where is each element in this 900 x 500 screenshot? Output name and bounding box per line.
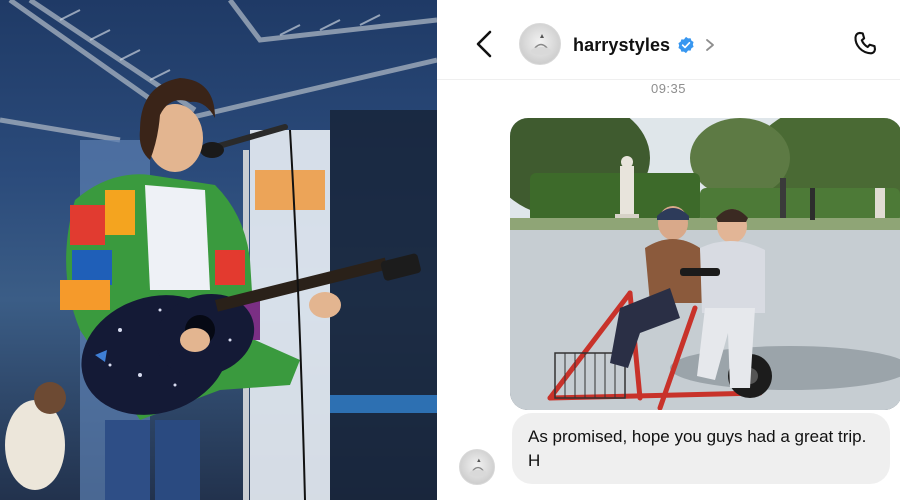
chat-header: harrystyles bbox=[437, 0, 900, 80]
profile-avatar[interactable] bbox=[519, 23, 561, 65]
message-timestamp: 09:35 bbox=[650, 81, 687, 96]
avatar-image bbox=[531, 34, 551, 55]
avatar-image bbox=[469, 458, 487, 477]
verified-badge-icon bbox=[678, 36, 694, 54]
concert-photo bbox=[0, 0, 437, 500]
message-bubble[interactable]: As promised, hope you guys had a great t… bbox=[512, 413, 890, 484]
phone-icon bbox=[854, 31, 877, 55]
chevron-right-icon bbox=[706, 39, 715, 51]
shared-photo[interactable] bbox=[510, 118, 900, 410]
username: harrystyles bbox=[573, 34, 671, 55]
chat-screen: harrystyles 09:35 As promised, hope you … bbox=[437, 0, 900, 500]
shared-photo-art bbox=[510, 118, 900, 410]
chevron-left-icon bbox=[476, 30, 492, 58]
concert-photo-art bbox=[0, 0, 437, 500]
back-button[interactable] bbox=[467, 27, 501, 61]
message-text: As promised, hope you guys had a great t… bbox=[528, 427, 867, 470]
sender-avatar[interactable] bbox=[459, 449, 495, 485]
call-button[interactable] bbox=[850, 28, 882, 60]
profile-link[interactable]: harrystyles bbox=[573, 31, 716, 59]
